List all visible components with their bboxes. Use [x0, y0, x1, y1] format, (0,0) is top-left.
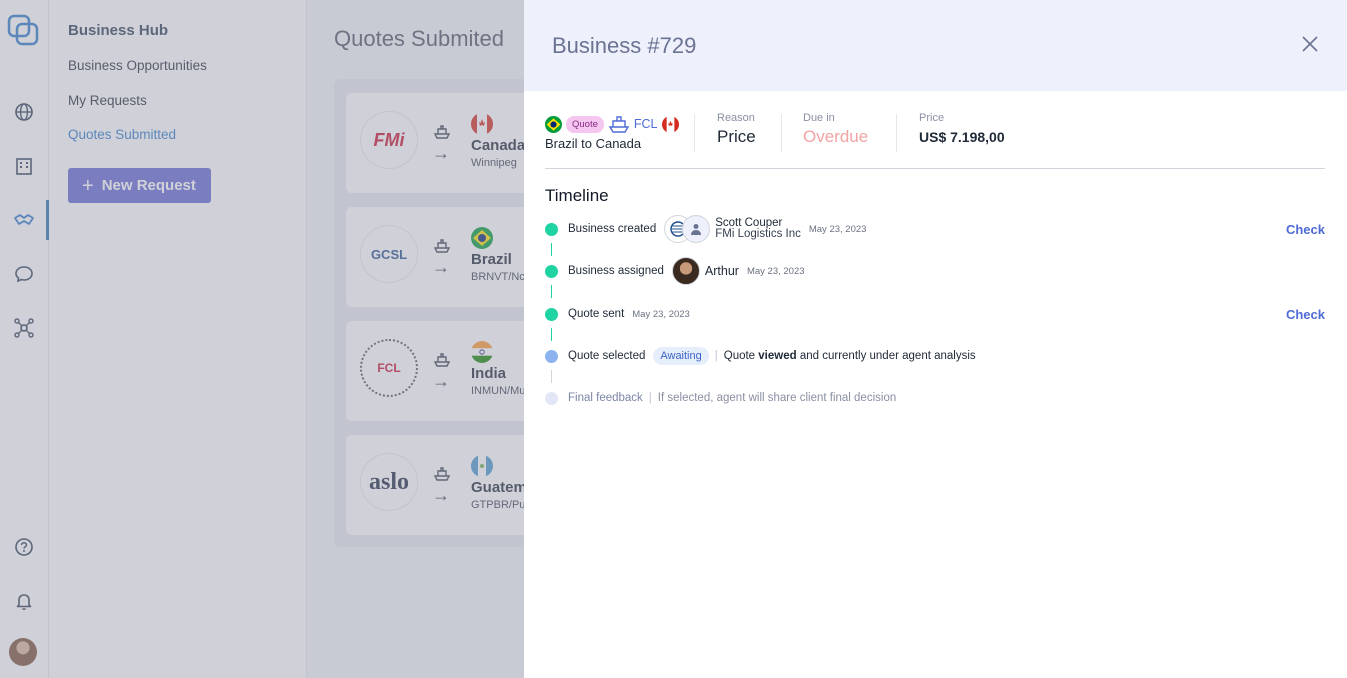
reason-stat: Reason Price	[717, 112, 756, 147]
modal-backdrop[interactable]	[0, 0, 524, 678]
flag-brazil-icon	[545, 115, 562, 133]
business-detail-drawer: Business #729 Quote FCL Brazil to Canada…	[524, 0, 1347, 678]
creator-info: Scott Couper FMi Logistics Inc	[715, 217, 801, 240]
step-note-bold: viewed	[758, 350, 797, 362]
assignee-name: Arthur	[704, 263, 739, 278]
close-icon[interactable]	[1300, 34, 1320, 54]
step-label: Business created	[568, 223, 657, 235]
step-date: May 23, 2023	[746, 265, 805, 277]
step-done-dot	[545, 307, 558, 321]
business-summary: Quote FCL Brazil to Canada Reason Price …	[545, 110, 1325, 169]
route-text: Brazil to Canada	[545, 136, 642, 151]
timeline-connector	[551, 328, 552, 341]
divider	[781, 114, 782, 152]
timeline-step-business-created: Business created Scott Couper FMi Logist…	[545, 214, 1325, 244]
step-note-post: and currently under agent analysis	[799, 350, 976, 362]
ship-icon	[608, 116, 630, 133]
timeline-title: Timeline	[545, 186, 609, 205]
divider	[896, 114, 897, 152]
timeline-step-business-assigned: Business assigned Arthur May 23, 2023	[545, 256, 1325, 286]
price-value: US$ 7.198,00	[919, 129, 1005, 145]
creator-company: FMi Logistics Inc	[715, 228, 801, 240]
step-label: Business assigned	[568, 265, 664, 277]
step-done-dot	[545, 222, 558, 236]
timeline-step-quote-sent: Quote sent May 23, 2023 Check	[545, 299, 1325, 329]
step-current-dot	[545, 349, 558, 363]
reason-value: Price	[717, 127, 756, 146]
check-link[interactable]: Check	[1286, 307, 1325, 322]
step-date: May 23, 2023	[808, 223, 867, 235]
step-label: Quote selected	[568, 350, 646, 362]
avatar-group	[664, 215, 711, 243]
timeline-connector	[551, 370, 552, 383]
status-badge: Awaiting	[653, 347, 709, 365]
check-link[interactable]: Check	[1286, 222, 1325, 237]
step-pending-dot	[545, 391, 558, 405]
step-done-dot	[545, 264, 558, 278]
user-icon	[682, 215, 711, 243]
separator: |	[648, 392, 652, 404]
flag-canada-icon	[661, 115, 679, 133]
route-badges: Quote FCL	[545, 114, 679, 134]
assignee-info: Arthur	[704, 263, 739, 278]
price-stat: Price US$ 7.198,00	[919, 112, 1005, 145]
due-label: Due in	[803, 112, 835, 124]
timeline-step-final-feedback: Final feedback | If selected, agent will…	[545, 383, 1325, 413]
step-note: If selected, agent will share client fin…	[657, 392, 897, 404]
timeline-connector	[551, 243, 552, 256]
avatar-group	[671, 257, 700, 285]
quote-badge: Quote	[566, 115, 604, 133]
due-value: Overdue	[803, 127, 869, 146]
mode-label: FCL	[633, 117, 658, 131]
step-date: May 23, 2023	[632, 308, 690, 320]
drawer-header: Business #729	[524, 0, 1347, 91]
reason-label: Reason	[717, 112, 755, 124]
due-stat: Due in Overdue	[803, 112, 868, 147]
divider	[694, 114, 695, 152]
drawer-title: Business #729	[552, 33, 697, 58]
separator: |	[714, 350, 718, 362]
price-label: Price	[919, 112, 945, 124]
timeline-step-quote-selected: Quote selected Awaiting | Quote viewed a…	[545, 341, 1325, 371]
agent-avatar	[671, 257, 700, 285]
timeline-connector	[551, 285, 552, 298]
step-label: Quote sent	[568, 308, 625, 320]
step-label: Final feedback	[568, 392, 643, 404]
step-note-pre: Quote	[723, 350, 756, 362]
